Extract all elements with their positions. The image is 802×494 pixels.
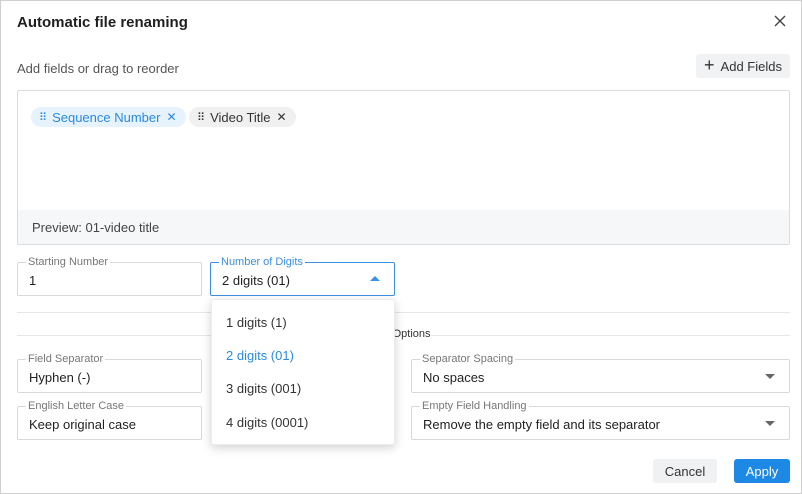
cancel-button[interactable]: Cancel [653,459,717,483]
field-value: Keep original case [29,417,136,432]
field-value: 1 [29,273,37,288]
digits-dropdown-menu: 1 digits (1) 2 digits (01) 3 digits (001… [211,299,395,445]
fields-hint: Add fields or drag to reorder [17,61,179,76]
field-label: English Letter Case [26,400,126,412]
field-value: 2 digits (01) [222,273,290,288]
drag-handle-icon[interactable]: ⠿ [39,111,47,124]
plus-icon: + [704,55,715,75]
dropdown-option[interactable]: 4 digits (0001) [226,415,308,430]
chip-label: Video Title [210,109,271,125]
field-value: Remove the empty field and its separator [423,417,661,432]
close-icon[interactable] [771,12,789,30]
starting-number-input[interactable]: Starting Number 1 [17,256,202,296]
dropdown-option[interactable]: 3 digits (001) [226,381,301,396]
field-label: Separator Spacing [420,353,516,365]
field-label: Starting Number [26,256,111,268]
number-of-digits-select[interactable]: Number of Digits 2 digits (01) [210,256,395,296]
field-chip-sequence-number[interactable]: ⠿ Sequence Number ✕ [31,107,186,127]
add-fields-label: Add Fields [720,58,782,74]
field-separator-select[interactable]: Field Separator Hyphen (-) [17,353,202,393]
preview-text: Preview: 01-video title [18,210,789,244]
chevron-down-icon [765,421,775,426]
field-label: Empty Field Handling [420,400,529,412]
fields-area[interactable]: ⠿ Sequence Number ✕ ⠿ Video Title ✕ Prev… [17,90,790,245]
empty-field-handling-select[interactable]: Empty Field Handling Remove the empty fi… [411,400,790,440]
field-value: Hyphen (-) [29,370,91,385]
field-value: No spaces [423,370,485,385]
english-letter-case-select[interactable]: English Letter Case Keep original case [17,400,202,440]
dialog-title: Automatic file renaming [17,14,188,31]
add-fields-button[interactable]: + Add Fields [696,54,790,78]
separator-spacing-select[interactable]: Separator Spacing No spaces [411,353,790,393]
remove-chip-icon[interactable]: ✕ [277,110,287,124]
remove-chip-icon[interactable]: ✕ [166,110,176,124]
chevron-down-icon [765,374,775,379]
field-label: Number of Digits [219,256,305,268]
field-chip-video-title[interactable]: ⠿ Video Title ✕ [189,107,296,127]
field-label: Field Separator [26,353,106,365]
dropdown-option-selected[interactable]: 2 digits (01) [226,348,294,363]
drag-handle-icon[interactable]: ⠿ [197,111,205,124]
rename-dialog: Automatic file renaming Add fields or dr… [0,0,802,494]
dropdown-option[interactable]: 1 digits (1) [226,315,287,330]
chevron-up-icon [370,276,380,281]
chip-label: Sequence Number [52,109,161,125]
apply-button[interactable]: Apply [734,459,790,483]
divider [17,312,790,313]
